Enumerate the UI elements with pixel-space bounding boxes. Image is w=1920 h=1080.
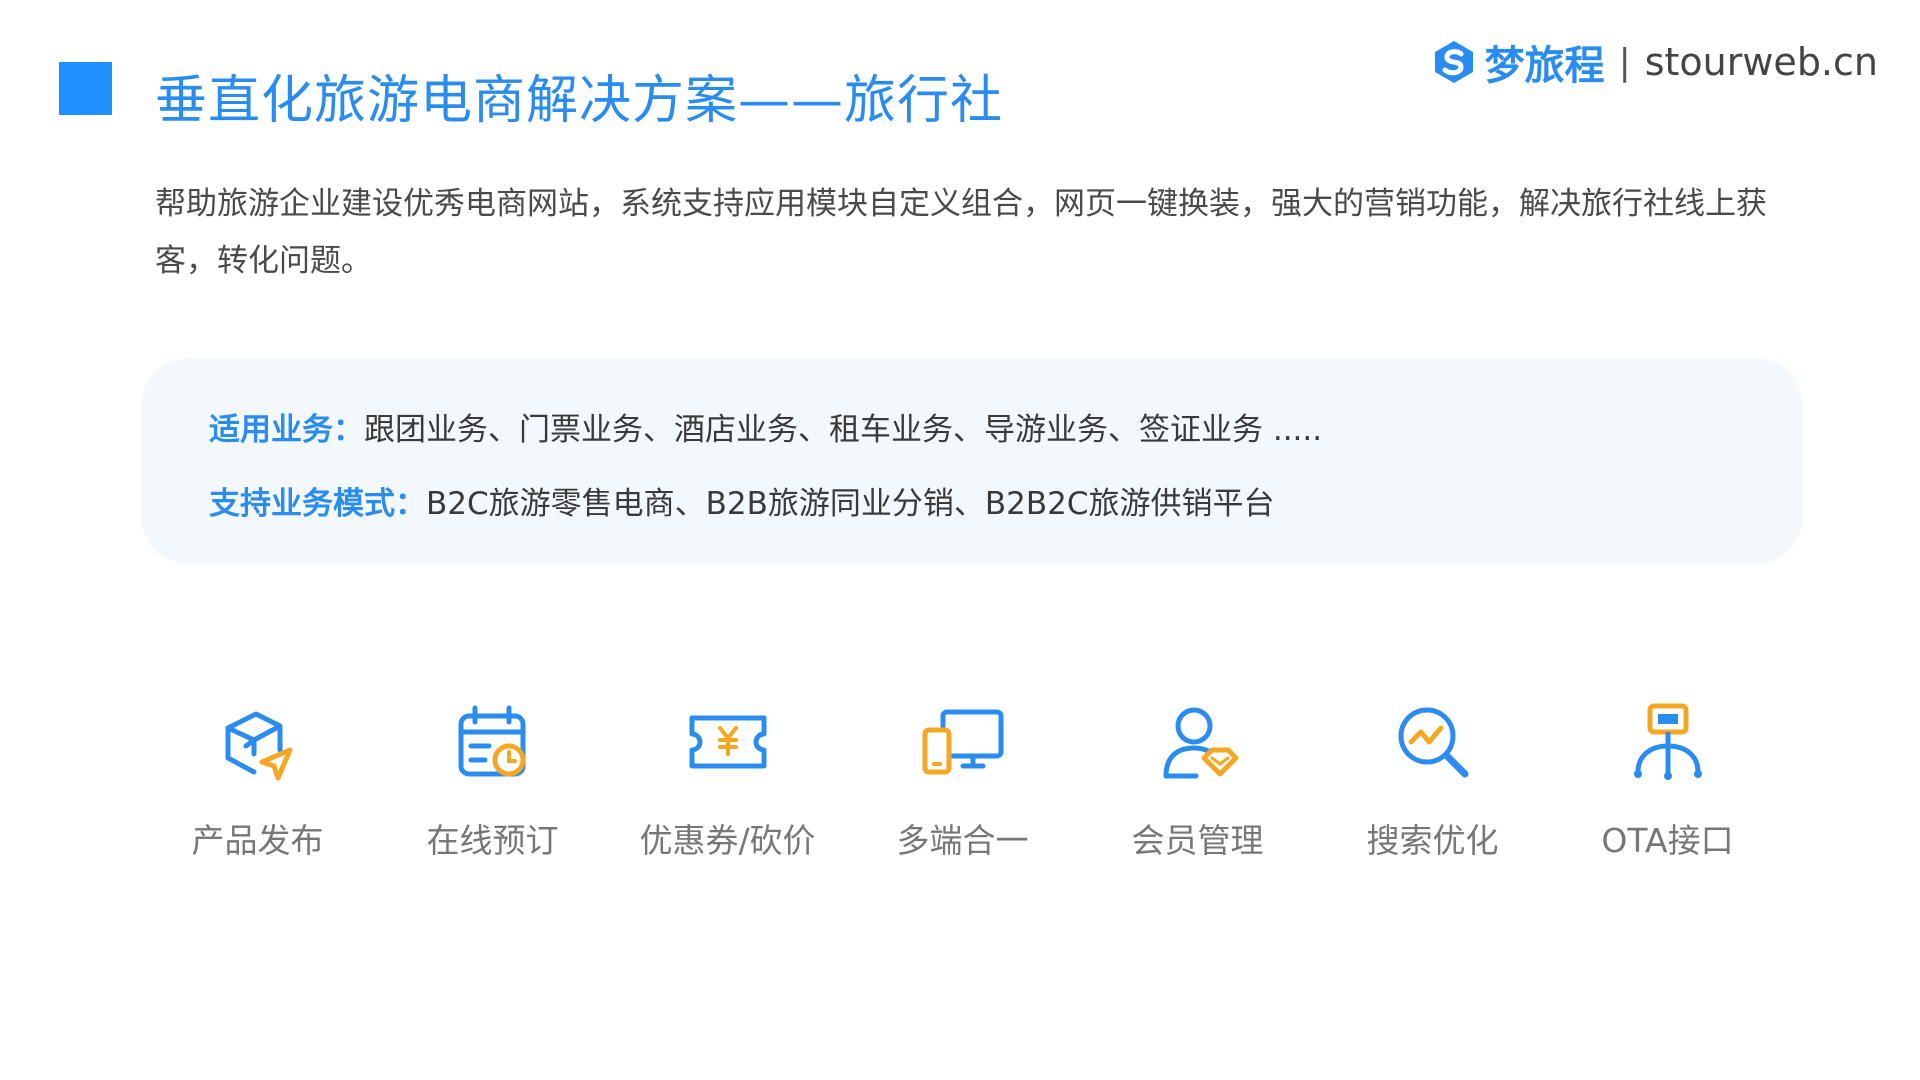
intro-paragraph: 帮助旅游企业建设优秀电商网站，系统支持应用模块自定义组合，网页一键换装，强大的营… (155, 186, 1767, 279)
business-mode-value: B2C旅游零售电商、B2B旅游同业分销、B2B2C旅游供销平台 (426, 486, 1275, 522)
online-booking-icon (458, 705, 525, 777)
feature-product-publish[interactable]: 产品发布 (140, 700, 375, 862)
multi-device-icon (922, 709, 1003, 775)
feature-label: 会员管理 (1131, 821, 1264, 860)
feature-multi-device[interactable]: 多端合一 (845, 700, 1080, 862)
logo-name: 梦旅程 (1484, 43, 1605, 89)
feature-ota-interface[interactable]: OTA接口 (1550, 700, 1785, 862)
brand-logo[interactable]: 梦旅程 | stourweb.cn (1431, 36, 1878, 89)
feature-member-management[interactable]: 会员管理 (1080, 700, 1315, 862)
feature-label: OTA接口 (1601, 821, 1734, 860)
feature-label: 优惠券/砍价 (639, 821, 816, 860)
logo-separator: | (1618, 41, 1631, 83)
ota-interface-icon (1633, 703, 1702, 780)
stourweb-logo-icon (1434, 41, 1473, 83)
applicable-business-value: 跟团业务、门票业务、酒店业务、租车业务、导游业务、签证业务 ..... (364, 412, 1323, 448)
feature-coupon[interactable]: 优惠券/砍价 (610, 700, 845, 862)
title-marker (59, 62, 112, 115)
feature-label: 产品发布 (191, 821, 324, 860)
feature-online-booking[interactable]: 在线预订 (375, 700, 610, 862)
product-publish-icon (225, 711, 292, 781)
logo-domain: stourweb.cn (1644, 40, 1878, 84)
info-card: 适用业务：跟团业务、门票业务、酒店业务、租车业务、导游业务、签证业务 .....… (141, 358, 1803, 564)
page-title: 垂直化旅游电商解决方案——旅行社 (155, 71, 1004, 131)
applicable-business-label: 适用业务： (209, 412, 364, 448)
business-mode-label: 支持业务模式： (209, 486, 426, 522)
search-optimization-icon (1398, 707, 1468, 778)
applicable-business-row: 适用业务：跟团业务、门票业务、酒店业务、租车业务、导游业务、签证业务 ..... (209, 404, 1322, 449)
feature-label: 在线预订 (426, 821, 559, 860)
member-management-icon (1163, 707, 1238, 779)
feature-search-optimization[interactable]: 搜索优化 (1315, 700, 1550, 862)
business-mode-row: 支持业务模式：B2C旅游零售电商、B2B旅游同业分销、B2B2C旅游供销平台 (209, 478, 1275, 523)
feature-list: 产品发布 在线预订 优惠券/砍价 多端合一 会员管理 搜索优化 OTA接口 (140, 700, 1820, 870)
feature-label: 搜索优化 (1366, 821, 1499, 860)
feature-label: 多端合一 (896, 821, 1029, 860)
coupon-icon (689, 715, 766, 769)
